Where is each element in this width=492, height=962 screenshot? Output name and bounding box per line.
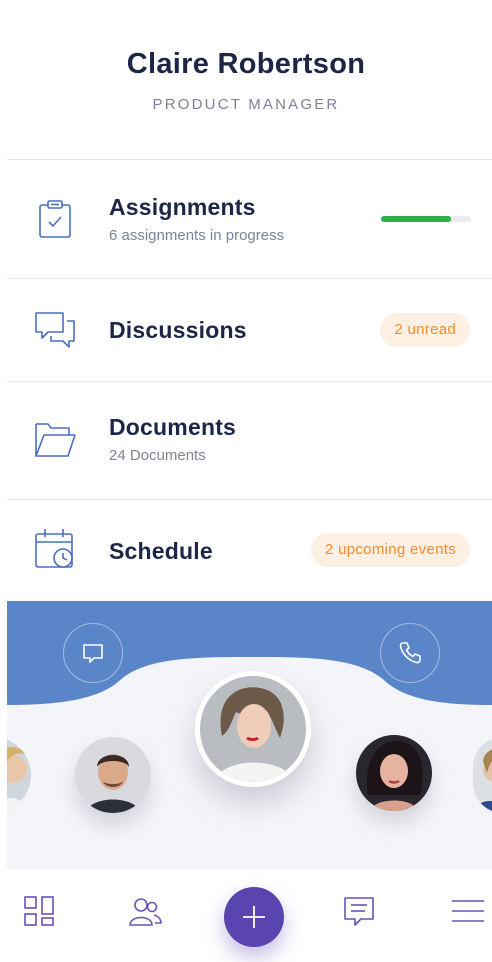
profile-name: Claire Robertson [126, 48, 366, 80]
clipboard-check-icon [39, 200, 71, 238]
menu-item-schedule[interactable]: Schedule 2 upcoming events [7, 499, 492, 601]
menu-item-title: Documents [109, 414, 237, 440]
calendar-clock-icon [35, 529, 73, 568]
menu-item-title: Discussions [109, 317, 247, 343]
profile-role: PRODUCT MANAGER [152, 96, 340, 113]
menu-item-discussions[interactable]: Discussions 2 unread [7, 278, 492, 381]
menu-item-subtitle: 6 assignments in progress [109, 227, 285, 244]
assignments-progress-bar [381, 216, 471, 222]
events-badge: 2 upcoming events [310, 533, 470, 567]
progress-fill [381, 216, 452, 222]
menu-item-documents[interactable]: Documents 24 Documents [7, 381, 492, 499]
message-icon [83, 644, 103, 663]
menu-item-assignments[interactable]: Assignments 6 assignments in progress [7, 159, 492, 278]
folder-icon [35, 423, 76, 457]
message-button[interactable] [63, 623, 123, 683]
menu-list: Assignments 6 assignments in progress Di… [7, 159, 492, 601]
plus-icon [243, 906, 265, 928]
phone-icon [399, 642, 421, 664]
contact-avatar[interactable] [75, 737, 151, 813]
menu-icon[interactable] [450, 893, 486, 929]
people-icon[interactable] [127, 893, 163, 929]
menu-item-title: Assignments [109, 194, 256, 220]
contact-avatar[interactable] [356, 735, 432, 811]
menu-item-subtitle: 24 Documents [109, 447, 206, 464]
contacts-carousel[interactable] [7, 601, 492, 869]
add-button[interactable] [224, 887, 284, 947]
chat-bubbles-icon [35, 312, 75, 348]
dashboard-grid-icon[interactable] [21, 893, 57, 929]
chat-icon[interactable] [341, 893, 377, 929]
profile-header: Claire Robertson PRODUCT MANAGER [0, 0, 492, 160]
call-button[interactable] [380, 623, 440, 683]
profile-screen: Claire Robertson PRODUCT MANAGER Assignm… [0, 0, 492, 962]
selected-contact-avatar[interactable] [195, 671, 311, 787]
unread-badge: 2 unread [380, 313, 470, 347]
menu-item-title: Schedule [109, 538, 213, 564]
bottom-navigation [7, 869, 492, 962]
